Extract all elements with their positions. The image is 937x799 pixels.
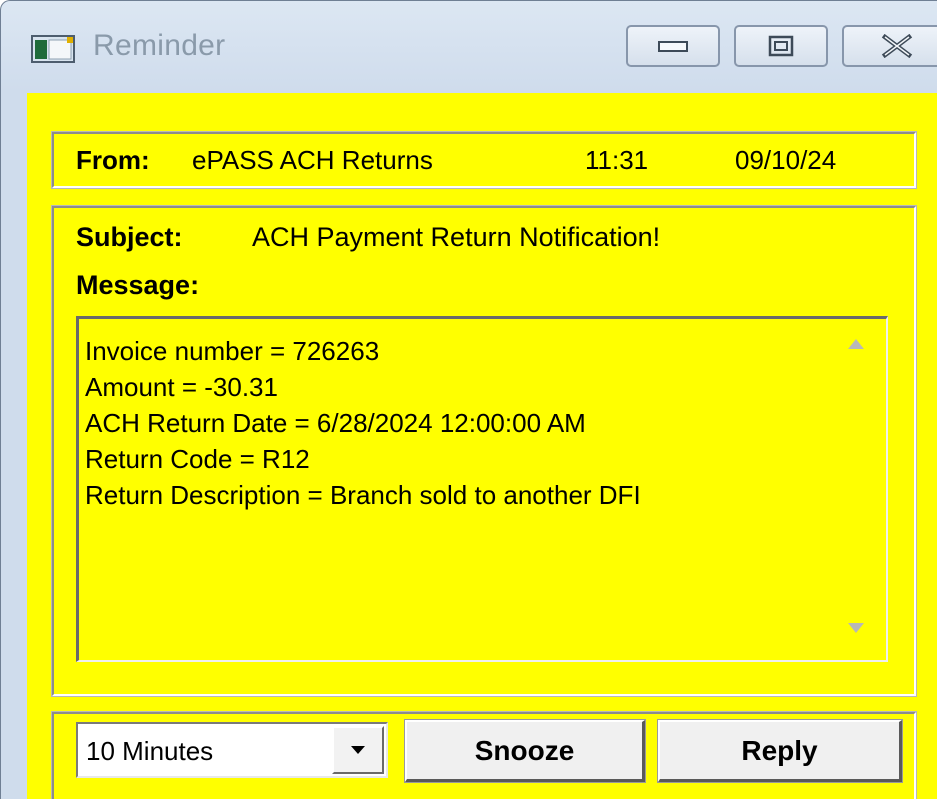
snooze-interval-select[interactable]: 10 Minutes	[76, 722, 388, 778]
message-line: ACH Return Date = 6/28/2024 12:00:00 AM	[85, 408, 586, 438]
minimize-button[interactable]	[626, 25, 720, 67]
snooze-button[interactable]: Snooze	[404, 719, 646, 783]
message-line: Amount = -30.31	[85, 372, 278, 402]
title-bar[interactable]: Reminder	[1, 1, 937, 93]
sent-time: 11:31	[585, 145, 649, 175]
snooze-interval-value: 10 Minutes	[86, 736, 214, 766]
message-lines: Invoice number = 726263 Amount = -30.31 …	[85, 333, 641, 513]
reply-button[interactable]: Reply	[657, 719, 903, 783]
scroll-down-icon[interactable]	[846, 621, 866, 640]
subject-label: Subject:	[76, 222, 183, 252]
sender-name: ePASS ACH Returns	[192, 145, 433, 175]
message-line: Invoice number = 726263	[85, 336, 380, 366]
sent-date: 09/10/24	[735, 145, 837, 175]
message-line: Return Code = R12	[85, 444, 310, 474]
dropdown-button[interactable]	[332, 726, 384, 774]
app-window-icon	[31, 35, 75, 63]
scroll-up-icon[interactable]	[846, 337, 866, 356]
from-label: From:	[76, 145, 150, 175]
message-textbox[interactable]: Invoice number = 726263 Amount = -30.31 …	[76, 316, 888, 662]
close-button[interactable]	[842, 25, 937, 67]
maximize-button[interactable]	[734, 25, 828, 67]
subject-text: ACH Payment Return Notification!	[252, 222, 661, 252]
message-label: Message:	[76, 270, 200, 300]
window-title: Reminder	[93, 29, 226, 62]
message-scrollbar[interactable]	[830, 319, 886, 660]
message-line: Return Description = Branch sold to anot…	[85, 480, 641, 510]
